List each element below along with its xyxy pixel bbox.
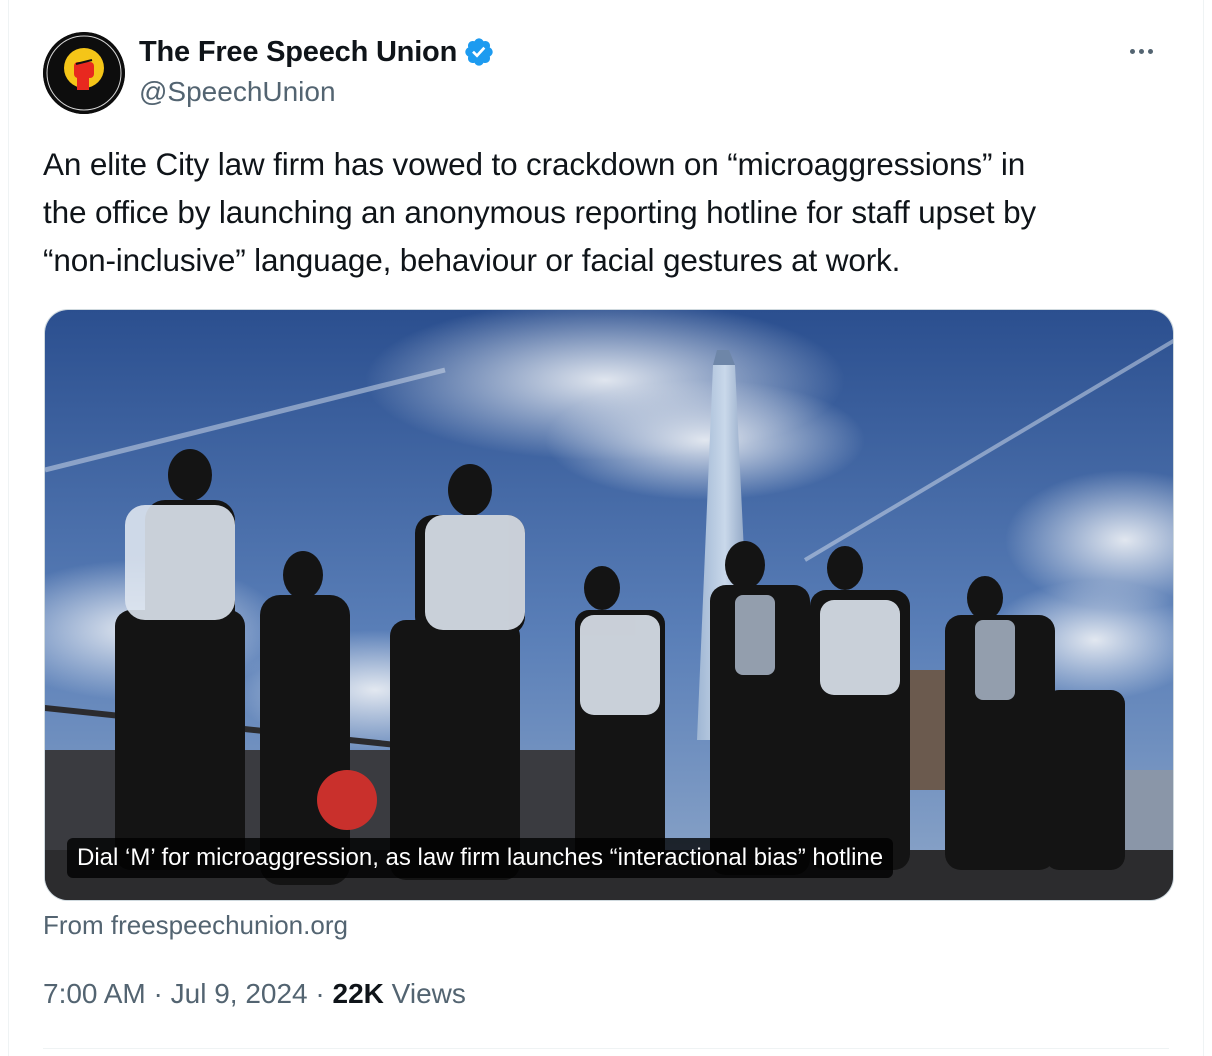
divider xyxy=(43,1048,1169,1049)
card-photo xyxy=(45,310,1173,900)
tweet-date[interactable]: Jul 9, 2024 xyxy=(171,978,308,1009)
author-display-name[interactable]: The Free Speech Union xyxy=(139,36,457,69)
author-name-row: The Free Speech Union xyxy=(139,34,495,70)
more-horizontal-icon xyxy=(1129,48,1135,54)
tweet-text-line: “non-inclusive” language, behaviour or f… xyxy=(43,242,901,278)
views-count: 22K xyxy=(332,978,384,1009)
link-card[interactable]: Dial ‘M’ for microaggression, as law fir… xyxy=(44,309,1174,901)
verified-badge-icon[interactable] xyxy=(463,36,495,68)
tweet-text-line: the office by launching an anonymous rep… xyxy=(43,194,1037,230)
card-source-link[interactable]: From freespeechunion.org xyxy=(43,910,348,941)
more-horizontal-icon xyxy=(1138,48,1144,54)
tweet-time[interactable]: 7:00 AM xyxy=(43,978,146,1009)
more-options-button[interactable] xyxy=(1121,36,1161,66)
views-label: Views xyxy=(391,978,466,1009)
avatar-logo-icon xyxy=(43,32,125,114)
tweet-text: An elite City law firm has vowed to crac… xyxy=(43,140,1193,284)
card-caption: Dial ‘M’ for microaggression, as law fir… xyxy=(67,838,894,878)
more-horizontal-icon xyxy=(1147,48,1153,54)
author-avatar[interactable] xyxy=(43,32,125,114)
author-handle[interactable]: @SpeechUnion xyxy=(139,76,336,108)
tweet-meta: 7:00 AM · Jul 9, 2024 · 22K Views xyxy=(43,978,466,1010)
meta-separator: · xyxy=(153,978,163,1009)
tweet-text-line: An elite City law firm has vowed to crac… xyxy=(43,146,1026,182)
meta-separator: · xyxy=(315,978,325,1009)
tweet-container: The Free Speech Union @SpeechUnion An el… xyxy=(8,0,1204,1056)
